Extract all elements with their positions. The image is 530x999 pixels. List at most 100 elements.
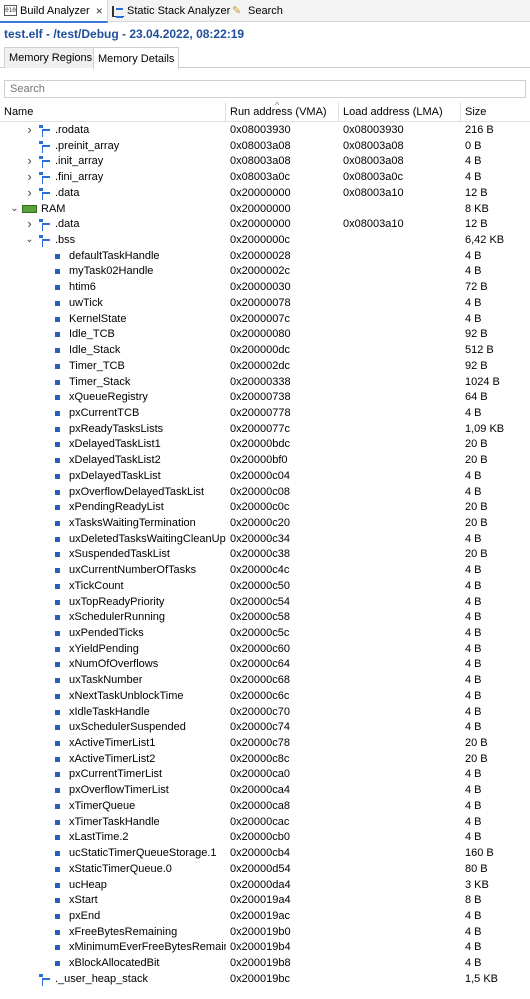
table-row[interactable]: ucStaticTimerQueueStorage.1 0x20000cb4 160…: [0, 845, 530, 861]
table-row[interactable]: xActiveTimerList2 0x20000c8c 20 B: [0, 751, 530, 767]
row-name: xDelayedTaskList2: [69, 454, 161, 467]
close-icon[interactable]: ×: [96, 4, 103, 18]
load-address-cell: [343, 610, 461, 624]
expand-toggle-expanded-icon[interactable]: ⌄: [10, 202, 19, 216]
table-row[interactable]: xBlockAllocatedBit 0x200019b8 4 B: [0, 955, 530, 971]
table-row[interactable]: xTickCount 0x20000c50 4 B: [0, 578, 530, 594]
table-row[interactable]: › .fini_array 0x08003a0c 0x08003a0c 4 B: [0, 169, 530, 185]
table-row[interactable]: xYieldPending 0x20000c60 4 B: [0, 641, 530, 657]
tab-memory-details[interactable]: Memory Details: [93, 47, 180, 69]
column-header-size[interactable]: Size: [461, 102, 530, 122]
table-row[interactable]: xTimerQueue 0x20000ca8 4 B: [0, 798, 530, 814]
symbol-icon: [55, 583, 60, 589]
expand-toggle-collapsed-icon[interactable]: ›: [25, 217, 34, 231]
size-cell: 4 B: [465, 768, 482, 781]
table-row[interactable]: uxTaskNumber 0x20000c68 4 B: [0, 672, 530, 688]
row-name: myTask02Handle: [69, 265, 154, 278]
expand-toggle-expanded-icon[interactable]: ⌄: [25, 233, 34, 247]
expand-toggle-collapsed-icon[interactable]: ›: [25, 170, 34, 184]
table-row[interactable]: pxOverflowDelayedTaskList 0x20000c08 4 B: [0, 484, 530, 500]
name-cell: pxDelayedTaskList: [0, 469, 226, 483]
load-address-cell: [343, 453, 461, 467]
expand-toggle-collapsed-icon[interactable]: ›: [25, 154, 34, 168]
table-row[interactable]: ⌄ .bss 0x2000000c 6,42 KB: [0, 232, 530, 248]
run-address-cell: 0x20000cb0: [230, 831, 290, 844]
name-cell: xBlockAllocatedBit: [0, 956, 226, 970]
table-row[interactable]: xDelayedTaskList2 0x20000bf0 20 B: [0, 452, 530, 468]
tab-memory-regions[interactable]: Memory Regions: [4, 47, 98, 68]
expand-toggle-collapsed-icon[interactable]: ›: [25, 186, 34, 200]
size-cell: 20 B: [465, 454, 488, 467]
run-address-cell: 0x20000c74: [230, 721, 290, 734]
table-row[interactable]: Timer_Stack 0x20000338 1024 B: [0, 374, 530, 390]
table-row[interactable]: uwTick 0x20000078 4 B: [0, 295, 530, 311]
table-row[interactable]: htim6 0x20000030 72 B: [0, 279, 530, 295]
table-row[interactable]: pxOverflowTimerList 0x20000ca4 4 B: [0, 782, 530, 798]
table-row[interactable]: › .init_array 0x08003a08 0x08003a08 4 B: [0, 153, 530, 169]
column-header-load-address[interactable]: Load address (LMA): [339, 102, 461, 122]
load-address-cell: [343, 327, 461, 341]
tab-static-stack-analyzer[interactable]: Static Stack Analyzer: [108, 0, 234, 22]
table-row[interactable]: xStaticTimerQueue.0 0x20000d54 80 B: [0, 861, 530, 877]
tab-search[interactable]: ✎ Search: [228, 0, 287, 22]
run-address-cell: 0x20000bf0: [230, 454, 288, 467]
name-cell: › .init_array: [0, 154, 226, 169]
table-row[interactable]: .preinit_array 0x08003a08 0x08003a08 0 B: [0, 138, 530, 154]
table-row[interactable]: pxEnd 0x200019ac 4 B: [0, 908, 530, 924]
table-row[interactable]: Timer_TCB 0x200002dc 92 B: [0, 358, 530, 374]
table-row[interactable]: xDelayedTaskList1 0x20000bdc 20 B: [0, 436, 530, 452]
table-row[interactable]: uxSchedulerSuspended 0x20000c74 4 B: [0, 719, 530, 735]
size-cell: 92 B: [465, 328, 488, 341]
table-row[interactable]: xFreeBytesRemaining 0x200019b0 4 B: [0, 924, 530, 940]
load-address-cell: [343, 563, 461, 577]
tab-build-analyzer[interactable]: 010 Build Analyzer ×: [0, 0, 108, 23]
search-input[interactable]: [4, 80, 526, 98]
expand-toggle-collapsed-icon[interactable]: ›: [25, 123, 34, 137]
table-row[interactable]: uxTopReadyPriority 0x20000c54 4 B: [0, 594, 530, 610]
run-address-cell: 0x20000338: [230, 375, 291, 388]
table-row[interactable]: ._user_heap_stack 0x200019bc 1,5 KB: [0, 971, 530, 987]
row-name: ucStaticTimerQueueStorage.1: [69, 847, 217, 860]
column-header-name[interactable]: Name: [0, 102, 226, 122]
table-row[interactable]: pxCurrentTCB 0x20000778 4 B: [0, 405, 530, 421]
table-row[interactable]: xLastTime.2 0x20000cb0 4 B: [0, 829, 530, 845]
row-name: pxCurrentTCB: [69, 406, 140, 419]
table-row[interactable]: xSuspendedTaskList 0x20000c38 20 B: [0, 546, 530, 562]
table-row[interactable]: uxDeletedTasksWaitingCleanUp 0x20000c34 4 …: [0, 531, 530, 547]
table-row[interactable]: xStart 0x200019a4 8 B: [0, 892, 530, 908]
row-name: xDelayedTaskList1: [69, 438, 161, 451]
table-row[interactable]: uxCurrentNumberOfTasks 0x20000c4c 4 B: [0, 562, 530, 578]
table-row[interactable]: › .data 0x20000000 0x08003a10 12 B: [0, 216, 530, 232]
memory-region-icon: [22, 204, 37, 213]
table-row[interactable]: pxReadyTasksLists 0x2000077c 1,09 KB: [0, 421, 530, 437]
table-row[interactable]: Idle_TCB 0x20000080 92 B: [0, 326, 530, 342]
table-row[interactable]: uxPendedTicks 0x20000c5c 4 B: [0, 625, 530, 641]
symbol-icon: [55, 473, 60, 479]
table-row[interactable]: ucHeap 0x20000da4 3 KB: [0, 877, 530, 893]
table-row[interactable]: defaultTaskHandle 0x20000028 4 B: [0, 248, 530, 264]
load-address-cell: [343, 406, 461, 420]
table-row[interactable]: xSchedulerRunning 0x20000c58 4 B: [0, 609, 530, 625]
table-row[interactable]: xTasksWaitingTermination 0x20000c20 20 B: [0, 515, 530, 531]
table-row[interactable]: › .data 0x20000000 0x08003a10 12 B: [0, 185, 530, 201]
table-row[interactable]: xNextTaskUnblockTime 0x20000c6c 4 B: [0, 688, 530, 704]
table-row[interactable]: xActiveTimerList1 0x20000c78 20 B: [0, 735, 530, 751]
column-header-run-address[interactable]: Run address (VMA): [226, 102, 339, 122]
table-row[interactable]: xNumOfOverflows 0x20000c64 4 B: [0, 656, 530, 672]
table-row[interactable]: xTimerTaskHandle 0x20000cac 4 B: [0, 814, 530, 830]
table-row[interactable]: pxDelayedTaskList 0x20000c04 4 B: [0, 468, 530, 484]
table-row[interactable]: ⌄ RAM 0x20000000 8 KB: [0, 201, 530, 217]
run-address-cell: 0x20000c64: [230, 658, 290, 671]
symbol-icon: [55, 520, 60, 526]
table-row[interactable]: › .rodata 0x08003930 0x08003930 216 B: [0, 122, 530, 138]
table-row[interactable]: KernelState 0x2000007c 4 B: [0, 311, 530, 327]
table-row[interactable]: xPendingReadyList 0x20000c0c 20 B: [0, 499, 530, 515]
size-cell: 1,09 KB: [465, 422, 505, 435]
table-row[interactable]: xIdleTaskHandle 0x20000c70 4 B: [0, 704, 530, 720]
table-row[interactable]: pxCurrentTimerList 0x20000ca0 4 B: [0, 766, 530, 782]
table-row[interactable]: myTask02Handle 0x2000002c 4 B: [0, 263, 530, 279]
table-row[interactable]: xMinimumEverFreeBytesRemaining 0x200019b4…: [0, 939, 530, 955]
table-row[interactable]: xQueueRegistry 0x20000738 64 B: [0, 389, 530, 405]
table-row[interactable]: Idle_Stack 0x200000dc 512 B: [0, 342, 530, 358]
symbol-icon: [55, 662, 60, 668]
